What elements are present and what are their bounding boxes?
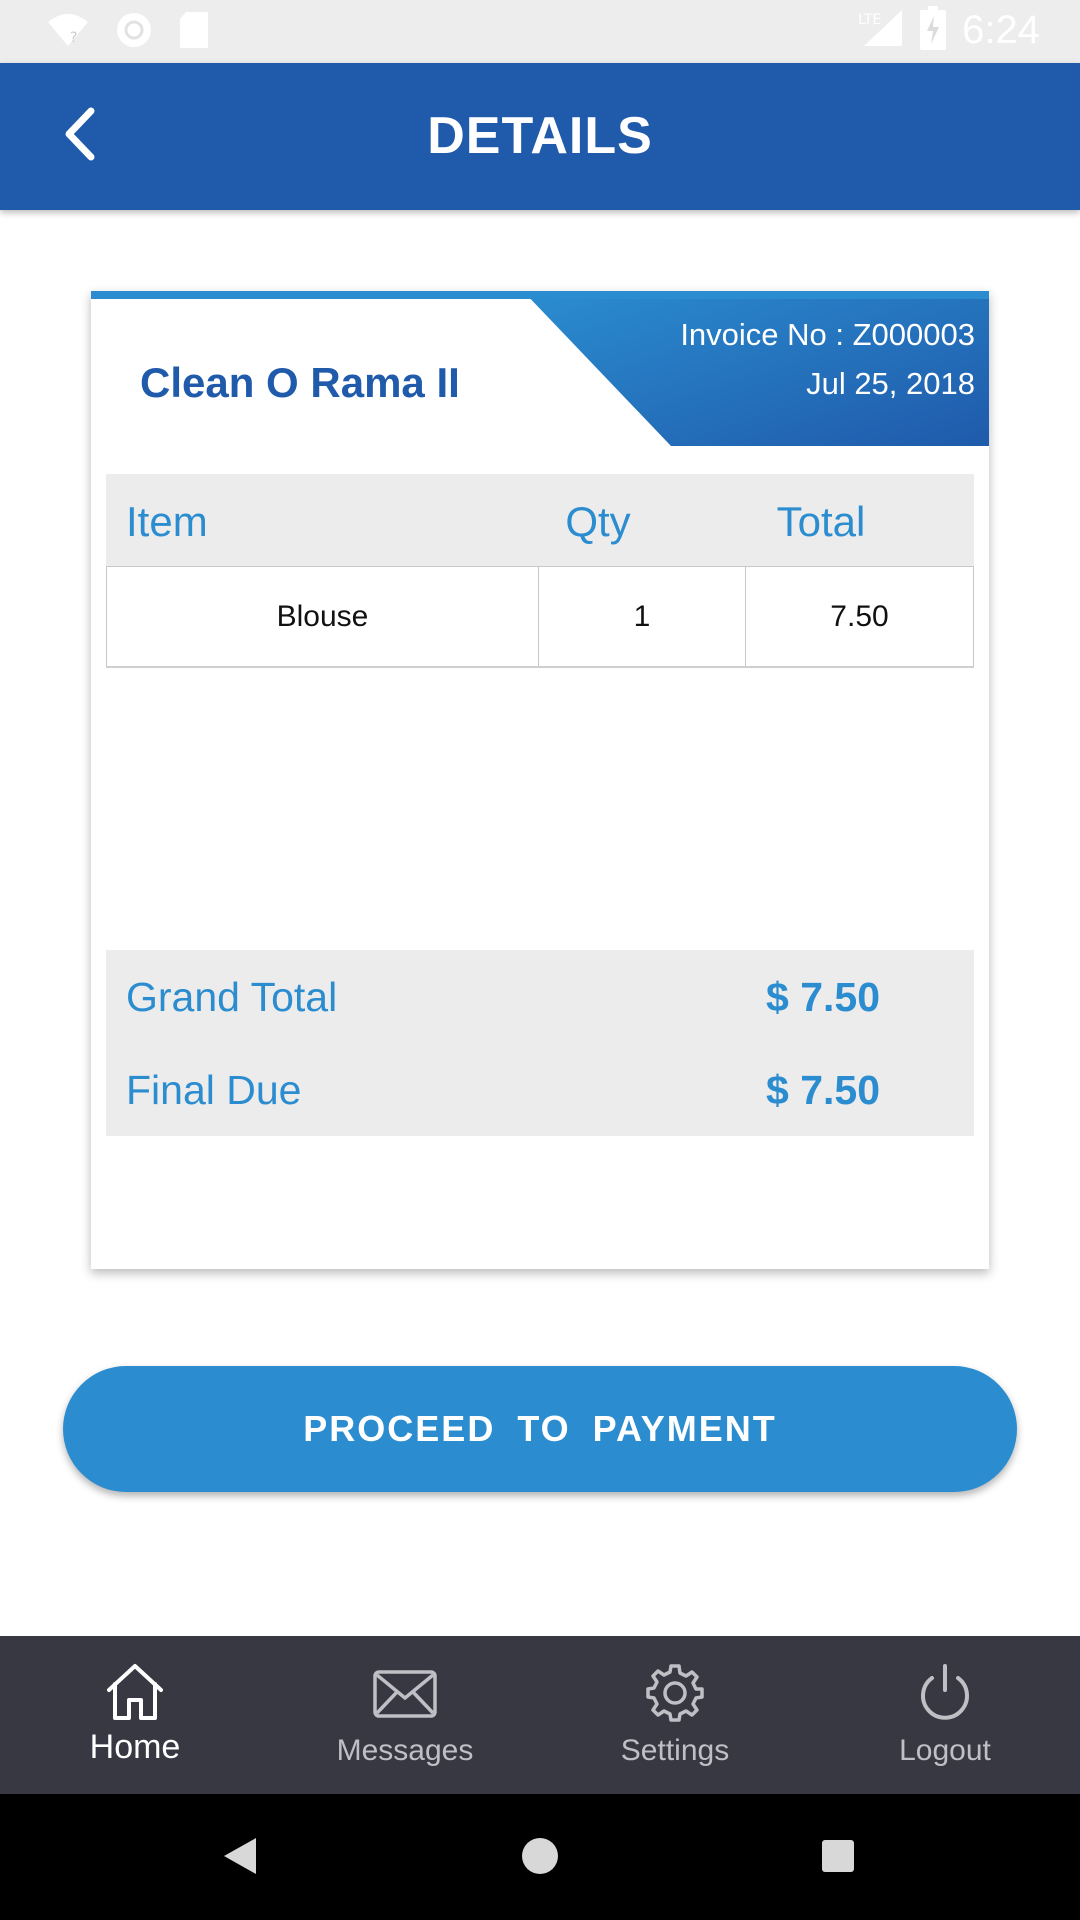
nav-item-logout[interactable]: Logout (810, 1636, 1080, 1794)
wifi-question-icon: ? (46, 12, 90, 53)
column-header-qty: Qty (565, 498, 631, 545)
grand-total-value: $ 7.50 (766, 974, 880, 1020)
sd-card-icon (178, 11, 210, 54)
status-bar: ? LTE 6:24 (0, 0, 1080, 63)
shop-name: Clean O Rama II (140, 359, 460, 406)
cell-qty: 1 (539, 567, 746, 666)
app-bar: DETAILS (0, 63, 1080, 210)
nav-label-settings: Settings (620, 1734, 730, 1767)
gear-icon (644, 1662, 706, 1726)
column-header-total: Total (776, 498, 866, 545)
bottom-nav: Home Messages Settings Logout (0, 1636, 1080, 1794)
invoice-card: Clean O Rama II Invoice No : Z000003 Jul… (91, 291, 989, 1269)
nav-label-logout: Logout (899, 1734, 991, 1767)
recents-square-icon[interactable] (808, 1826, 868, 1886)
table-row: Blouse 1 7.50 (106, 566, 974, 668)
table-header: Item Qty Total (106, 474, 974, 566)
cell-total: 7.50 (830, 599, 889, 633)
grand-total-label: Grand Total (126, 974, 338, 1020)
invoice-number: Invoice No : Z000003 (680, 317, 975, 352)
circle-icon (114, 10, 154, 55)
nav-item-messages[interactable]: Messages (270, 1636, 540, 1794)
nav-label-messages: Messages (336, 1734, 474, 1767)
back-triangle-icon[interactable] (210, 1826, 270, 1886)
page-title: DETAILS (427, 107, 653, 165)
final-due-label: Final Due (126, 1067, 302, 1113)
clock: 6:24 (962, 8, 1040, 52)
power-icon (915, 1662, 975, 1726)
envelope-icon (372, 1662, 438, 1726)
proceed-to-payment-button[interactable]: PROCEED TO PAYMENT (63, 1366, 1017, 1492)
nav-item-home[interactable]: Home (0, 1636, 270, 1794)
invoice-date: Jul 25, 2018 (806, 366, 975, 401)
system-nav-bar (0, 1794, 1080, 1920)
svg-text:?: ? (70, 30, 77, 46)
home-circle-icon[interactable] (510, 1826, 570, 1886)
column-header-item: Item (126, 498, 208, 545)
nav-item-settings[interactable]: Settings (540, 1636, 810, 1794)
svg-text:LTE: LTE (858, 12, 881, 28)
final-due-value: $ 7.50 (766, 1067, 880, 1113)
totals-section: Grand Total $ 7.50 Final Due $ 7.50 (106, 950, 974, 1136)
cell-item: Blouse (107, 567, 539, 666)
battery-charging-icon (920, 6, 947, 55)
home-icon (103, 1662, 167, 1726)
signal-icon: LTE (856, 8, 904, 53)
nav-label-home: Home (89, 1728, 181, 1766)
